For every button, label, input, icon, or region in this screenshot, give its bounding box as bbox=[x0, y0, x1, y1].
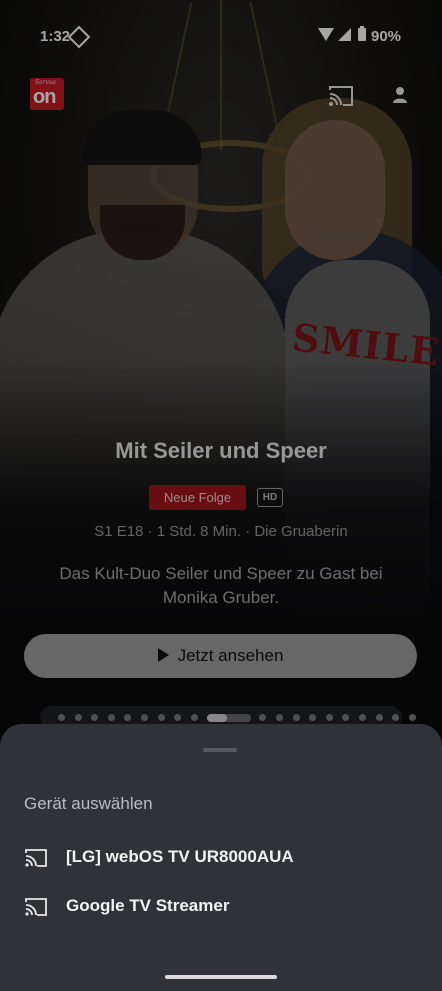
device-item-lg-tv[interactable]: [LG] webOS TV UR8000AUA bbox=[0, 836, 442, 880]
cast-device-sheet: Gerät auswählen [LG] webOS TV UR8000AUA … bbox=[0, 724, 442, 991]
device-label: [LG] webOS TV UR8000AUA bbox=[66, 847, 294, 866]
sheet-title: Gerät auswählen bbox=[24, 794, 153, 813]
device-item-google-tv[interactable]: Google TV Streamer bbox=[0, 885, 442, 929]
gesture-nav-bar[interactable] bbox=[165, 975, 277, 979]
screen: SMILE 1:32 90% Servus on Mit Seiler und … bbox=[0, 0, 442, 991]
sheet-handle[interactable] bbox=[203, 748, 237, 752]
cast-icon bbox=[25, 898, 47, 916]
device-label: Google TV Streamer bbox=[66, 896, 230, 915]
cast-icon bbox=[25, 849, 47, 867]
